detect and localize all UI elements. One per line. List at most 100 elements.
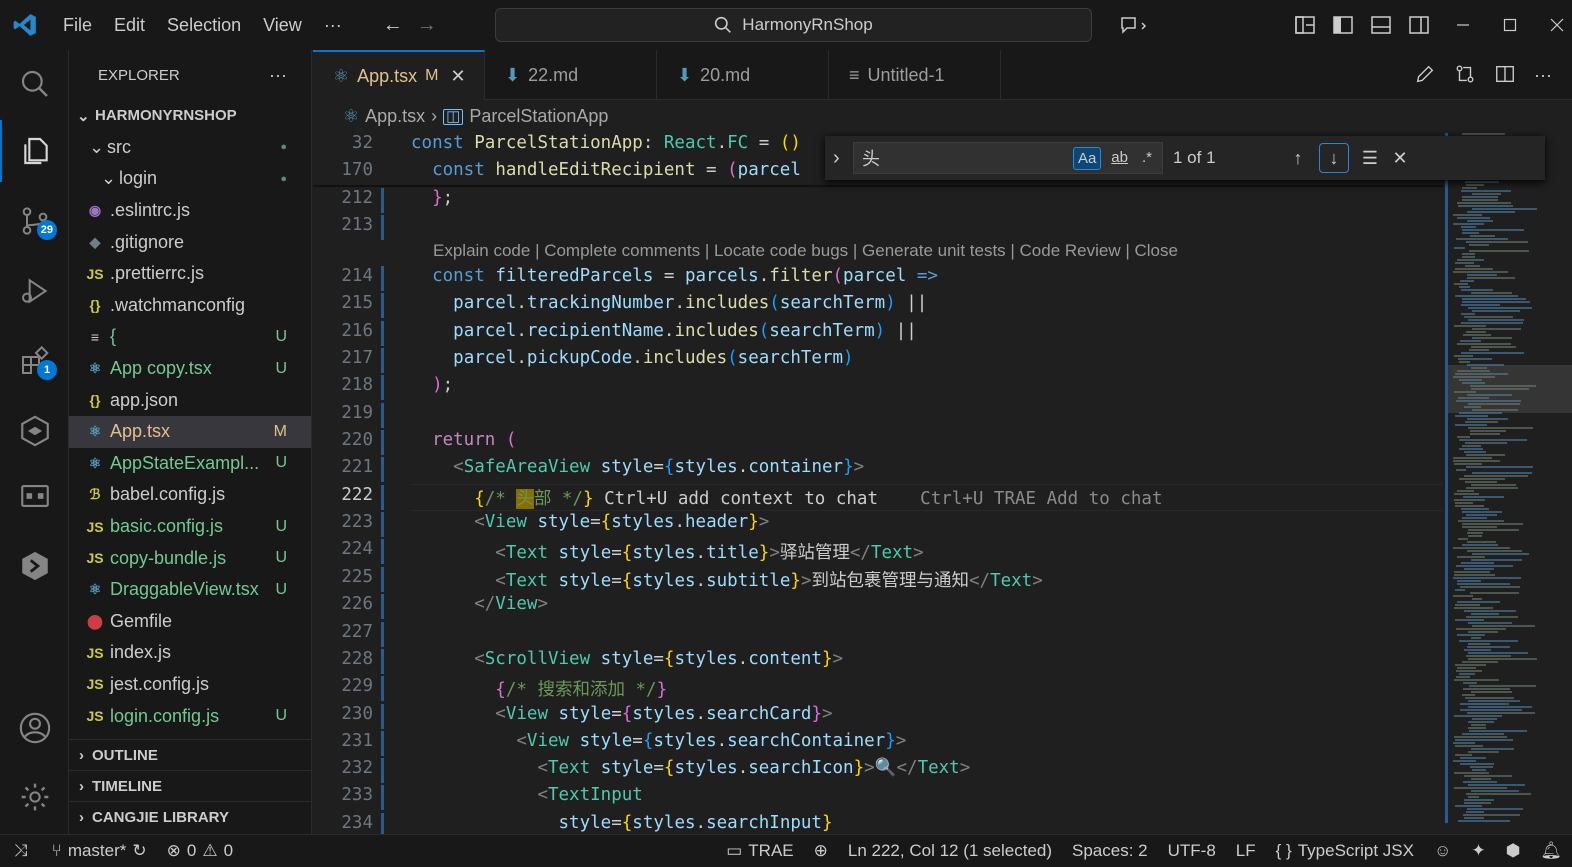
code-line[interactable]: parcel.pickupCode.includes(searchTerm) [411, 348, 853, 368]
toggle-panel-icon[interactable] [1362, 0, 1400, 50]
file-item[interactable]: JS index.js [69, 637, 311, 669]
timeline-section[interactable]: › TIMELINE [69, 770, 312, 801]
explorer-files-icon[interactable] [0, 120, 69, 182]
compare-changes-icon[interactable] [1454, 63, 1476, 88]
find-input[interactable]: 头 Aa ab .* [853, 142, 1163, 174]
close-find-icon[interactable]: ✕ [1385, 143, 1415, 173]
code-line[interactable]: <View style={styles.searchContainer}> [411, 731, 906, 751]
menu-item-more[interactable]: ··· [313, 15, 353, 36]
minimap-slider[interactable] [1445, 365, 1572, 413]
code-line[interactable]: parcel.trackingNumber.includes(searchTer… [411, 293, 927, 313]
file-item[interactable]: ≡ {U [69, 321, 311, 353]
trae-indicator[interactable]: ▭ TRAE [716, 841, 803, 861]
code-line[interactable]: parcel.recipientName.includes(searchTerm… [411, 321, 917, 341]
notifications-bell-icon[interactable]: 🔔︎ [1530, 841, 1572, 861]
deveco-status-icon[interactable]: ⬢ [1496, 841, 1531, 861]
tab-app-tsx[interactable]: ⚛ App.tsx M ✕ [313, 50, 485, 100]
toggle-replace-chevron-icon[interactable]: › [833, 147, 840, 170]
problems-indicator[interactable]: ⊗ 0 ⚠ 0 [157, 841, 243, 861]
maximize-icon[interactable] [1488, 0, 1532, 50]
run-debug-icon[interactable] [0, 260, 69, 322]
code-line[interactable]: const filteredParcels = parcels.filter(p… [411, 266, 938, 286]
code-line[interactable]: {/* 搜索和添加 */} [411, 676, 667, 701]
encoding[interactable]: UTF-8 [1158, 841, 1226, 861]
extensions-icon[interactable]: 1 [0, 330, 69, 392]
cangjie-icon[interactable] [0, 400, 69, 462]
menu-item-view[interactable]: View [252, 15, 313, 36]
explorer-more-button[interactable]: ··· [269, 65, 287, 86]
code-line[interactable]: ); [411, 375, 453, 395]
copilot-icon[interactable]: ☺ [1424, 841, 1461, 861]
file-item[interactable]: {} app.json [69, 384, 311, 416]
previous-match-icon[interactable]: ↑ [1283, 143, 1313, 173]
file-item[interactable]: ◆ .gitignore [69, 226, 311, 258]
code-line[interactable]: return ( [411, 430, 516, 450]
outline-section[interactable]: › OUTLINE [69, 739, 312, 770]
close-window-icon[interactable] [1532, 0, 1572, 50]
minimize-icon[interactable] [1438, 0, 1488, 50]
chat-sparkle-icon[interactable] [1110, 0, 1160, 50]
command-center-search[interactable]: HarmonyRnShop [495, 8, 1092, 42]
use-regex-button[interactable]: .* [1138, 147, 1156, 170]
close-tab-icon[interactable]: ✕ [451, 66, 466, 87]
match-case-button[interactable]: Aa [1072, 146, 1102, 170]
code-line[interactable]: {/* 头部 */} Ctrl+U add context to chat Ct… [411, 485, 1162, 510]
code-line[interactable]: const handleEditRecipient = (parcel [411, 160, 801, 180]
file-item[interactable]: JS jest.config.js [69, 669, 311, 701]
menu-item-edit[interactable]: Edit [103, 15, 156, 36]
end-of-line[interactable]: LF [1226, 841, 1266, 861]
cangjie-library-section[interactable]: › CANGJIE LIBRARY [69, 801, 312, 832]
zoom-indicator[interactable]: ⊕ [804, 841, 838, 861]
file-item[interactable]: ⚛ DraggableView.tsx U [69, 574, 311, 606]
cursor-position[interactable]: Ln 222, Col 12 (1 selected) [838, 841, 1062, 861]
code-line[interactable]: <Text style={styles.title}>驿站管理</Text> [411, 539, 923, 564]
toggle-secondary-sidebar-icon[interactable] [1400, 0, 1438, 50]
code-line[interactable]: <Text style={styles.subtitle}>到站包裹管理与通知<… [411, 567, 1042, 592]
tab-untitled-1[interactable]: ≡ Untitled-1 [829, 50, 1001, 100]
code-line[interactable]: </View> [411, 594, 548, 614]
indentation[interactable]: Spaces: 2 [1062, 841, 1158, 861]
breadcrumb-file[interactable]: App.tsx [365, 106, 425, 127]
code-line[interactable]: <View style={styles.header}> [411, 512, 769, 532]
file-item[interactable]: ⚛ App.tsx M [69, 415, 311, 448]
next-match-icon[interactable]: ↓ [1319, 143, 1349, 173]
minimap[interactable] [1445, 133, 1572, 834]
file-item[interactable]: JS .prettierrc.js [69, 258, 311, 290]
edit-pencil-icon[interactable] [1414, 63, 1436, 88]
folder-item[interactable]: ⌄ src ● [69, 132, 311, 164]
code-editor[interactable]: Explain code | Complete comments | Locat… [313, 133, 1443, 838]
code-line[interactable]: }; [411, 188, 453, 208]
file-item[interactable]: {} .watchmanconfig [69, 290, 311, 322]
menu-item-selection[interactable]: Selection [156, 15, 252, 36]
deveco-icon[interactable] [0, 535, 69, 597]
breadcrumb-symbol[interactable]: ParcelStationApp [469, 106, 608, 127]
ai-codelens[interactable]: Explain code | Complete comments | Locat… [433, 241, 1178, 261]
match-whole-word-button[interactable]: ab [1107, 147, 1132, 170]
project-root-folder[interactable]: ⌄ HARMONYRNSHOP [69, 100, 311, 132]
file-item[interactable]: ⬤ Gemfile [69, 606, 311, 638]
settings-gear-icon[interactable] [0, 766, 69, 828]
file-item[interactable]: ◉ .eslintrc.js [69, 195, 311, 227]
file-item[interactable]: ⚛ AppStateExampl... U [69, 448, 311, 480]
code-line[interactable]: <TextInput [411, 785, 642, 805]
tab-20-md[interactable]: ⬇ 20.md [657, 50, 829, 100]
language-mode[interactable]: { } TypeScript JSX [1266, 841, 1424, 861]
file-item[interactable]: JS login.config.js U [69, 700, 311, 732]
file-item[interactable]: ℬbabel.config.js [69, 479, 311, 511]
folder-item[interactable]: ⌄ login ● [69, 163, 311, 195]
file-item[interactable]: JS copy-bundle.js U [69, 542, 311, 574]
code-line[interactable]: style={styles.searchInput} [411, 813, 833, 833]
remote-indicator[interactable]: ⤨ [0, 841, 42, 861]
remote-explorer-icon[interactable] [0, 465, 69, 527]
code-line[interactable]: const ParcelStationApp: React.FC = () [411, 133, 801, 153]
find-in-selection-icon[interactable]: ☰ [1355, 143, 1385, 173]
menu-item-file[interactable]: File [52, 15, 103, 36]
code-line[interactable]: <SafeAreaView style={styles.container}> [411, 457, 864, 477]
forward-arrow-icon[interactable]: → [417, 14, 437, 37]
source-control-icon[interactable]: 29 [0, 190, 69, 252]
file-item[interactable]: JS basic.config.js U [69, 511, 311, 543]
file-item[interactable]: ⚛ App copy.tsx U [69, 353, 311, 385]
code-line[interactable]: <View style={styles.searchCard}> [411, 704, 832, 724]
toggle-primary-sidebar-icon[interactable] [1324, 0, 1362, 50]
back-arrow-icon[interactable]: ← [383, 14, 403, 37]
